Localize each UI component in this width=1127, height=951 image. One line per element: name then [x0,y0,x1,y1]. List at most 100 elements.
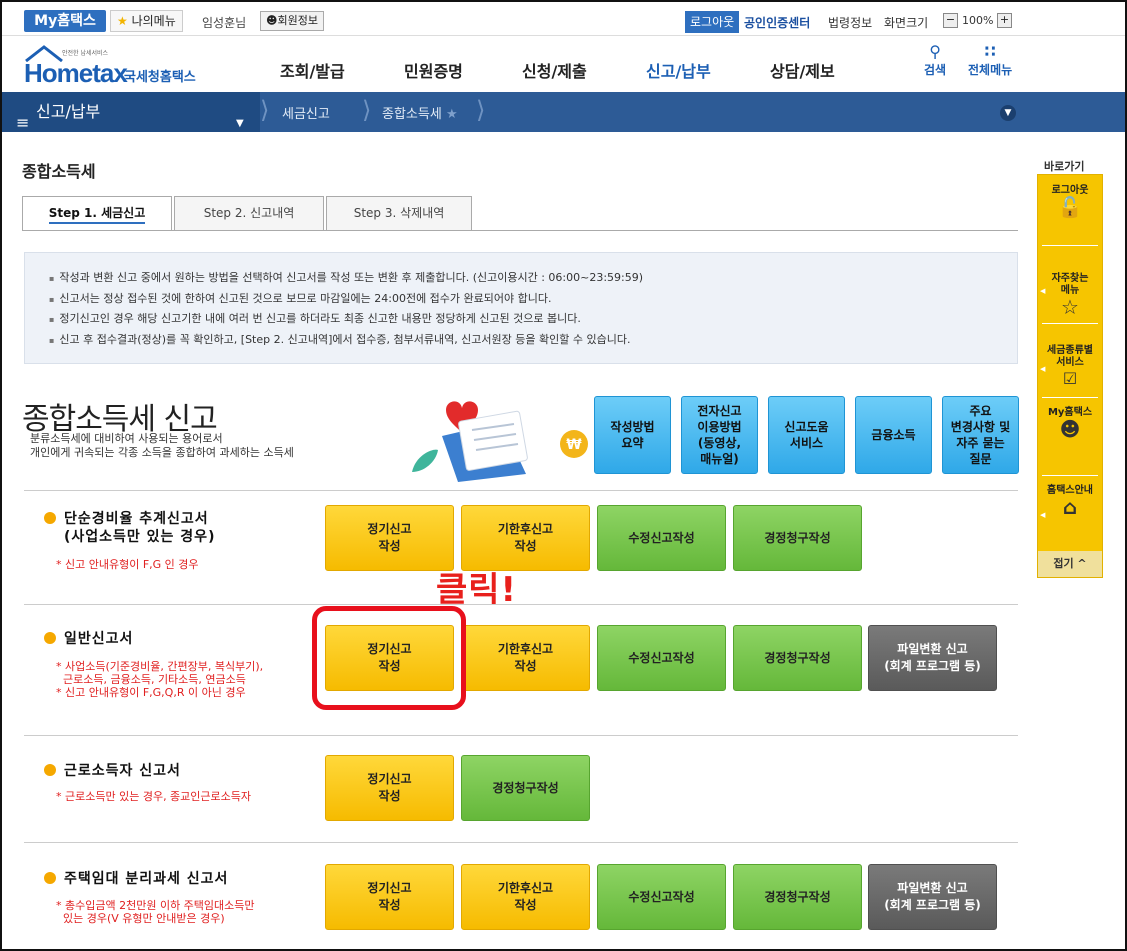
member-info-button[interactable]: ☻회원정보 [260,11,324,31]
file-conversion-button[interactable]: 파일변환 신고 (회계 프로그램 등) [868,864,997,930]
logo-tagline: 안전한 납세서비스 [62,50,109,57]
writing-guide-button[interactable]: 작성방법 요약 [594,396,671,474]
regular-filing-button[interactable]: 정기신고 작성 [325,505,454,571]
nav-filing-payment[interactable]: 신고/납부 [646,58,711,95]
side-favorites-button[interactable]: 자주찾는 메뉴 ☆ [1038,261,1102,325]
form-subtitle: (사업소득만 있는 경우) [64,529,216,545]
search-icon: ⚲ [929,42,941,61]
chevron-right-icon: ⟩ [362,96,372,124]
side-logout-button[interactable]: 로그아웃 🔓 [1038,185,1102,219]
chevron-down-icon[interactable]: ▼ [1000,105,1016,121]
row-divider [24,842,1018,843]
location-menu-dropdown[interactable]: ≡ 신고/납부 ▼ [2,92,260,132]
bullet-icon [44,512,56,524]
amended-filing-button[interactable]: 수정신고작성 [597,505,726,571]
form-title-general: 일반신고서 [44,630,133,648]
amended-filing-button[interactable]: 수정신고작성 [597,864,726,930]
my-menu-label: 나의메뉴 [131,14,176,28]
zoom-in-button[interactable]: + [997,13,1012,28]
tab-step3-deleted-history[interactable]: Step 3. 삭제내역 [326,196,472,231]
main-header: 안전한 납세서비스 Hometax 국세청홈택스 조회/발급 민원증명 신청/제… [2,36,1125,95]
row-divider [24,735,1018,736]
cert-center-link[interactable]: 공인인증센터 [744,14,810,31]
row-divider [24,604,1018,605]
form-title-text: 주택임대 분리과세 신고서 [64,871,229,887]
nav-consult-report[interactable]: 상담/제보 [770,58,835,82]
house-guide-icon: ⌂ [1062,495,1078,519]
unlock-icon: 🔓 [1057,195,1083,219]
amended-filing-button[interactable]: 수정신고작성 [597,625,726,691]
location-menu-label: 신고/납부 [36,102,101,121]
side-divider [1042,397,1098,398]
correction-claim-button[interactable]: 경정청구작성 [733,625,862,691]
nav-certificate[interactable]: 민원증명 [404,58,463,82]
breadcrumb-tax-filing[interactable]: 세금신고 [282,103,330,122]
tab-divider [22,230,1018,231]
favorite-star-icon[interactable]: ★ [446,107,458,122]
form-note: * 사업소득(기준경비율, 간편장부, 복식부기), 근로소득, 금융소득, 기… [56,660,264,699]
page-title: 종합소득세 [22,162,96,181]
search-button[interactable]: ⚲ 검색 [924,42,946,78]
caret-down-icon: ▼ [236,118,244,129]
form-title-text: 단순경비율 추계신고서 [64,511,209,527]
side-tax-service-button[interactable]: 세금종류별 서비스 ☑ [1038,333,1102,397]
bullet-icon [44,632,56,644]
notice-item: 작성과 변환 신고 중에서 원하는 방법을 선택하여 신고서를 작성 또는 변환… [49,268,993,289]
tab-step2-filing-history[interactable]: Step 2. 신고내역 [174,196,324,231]
notice-item: 신고 후 접수결과(정상)를 꼭 확인하고, [Step 2. 신고내역]에서 … [49,330,993,351]
hamburger-icon: ≡ [16,113,30,132]
breadcrumb-income-tax[interactable]: 종합소득세 ★ [382,103,458,122]
envelope-illustration: ₩ [412,401,588,482]
correction-claim-button[interactable]: 경정청구작성 [461,755,590,821]
regular-filing-button[interactable]: 정기신고 작성 [325,755,454,821]
regular-filing-button[interactable]: 정기신고 작성 [325,864,454,930]
form-title-text: 일반신고서 [64,631,134,647]
logo-subtitle: 국세청홈택스 [124,70,196,85]
late-filing-button[interactable]: 기한후신고 작성 [461,625,590,691]
banner-description: 분류소득세에 대비하여 사용되는 용어로서 개인에게 귀속되는 각종 소득을 종… [30,432,294,460]
side-my-hometax-button[interactable]: My홈택스 ☻ [1038,407,1102,439]
form-title-simple-expense: 단순경비율 추계신고서 (사업소득만 있는 경우) [44,510,215,546]
logout-button[interactable]: 로그아웃 [685,11,740,33]
form-title-wage-earner: 근로소득자 신고서 [44,762,181,780]
filing-notice-box: 작성과 변환 신고 중에서 원하는 방법을 선택하여 신고서를 작성 또는 변환… [24,252,1018,364]
screen-size-label: 화면크기 [884,16,929,30]
banner-desc-line: 분류소득세에 대비하여 사용되는 용어로서 [30,432,223,445]
star-icon: ★ [117,14,128,28]
form-note: * 근로소득만 있는 경우, 종교인근로소득자 [56,790,252,803]
zoom-out-button[interactable]: − [943,13,958,28]
quick-menu-panel: 로그아웃 🔓 ◀ 자주찾는 메뉴 ☆ ◀ 세금종류별 서비스 ☑ My홈택스 ☻… [1037,174,1103,578]
financial-income-button[interactable]: 금융소득 [855,396,932,474]
my-menu-button[interactable]: ★ 나의메뉴 [110,10,183,32]
law-info-link[interactable]: 법령정보 [828,14,872,31]
tab-step1-tax-filing[interactable]: Step 1. 세금신고 [22,196,172,231]
checkbox-icon: ☑ [1062,369,1078,388]
file-conversion-button[interactable]: 파일변환 신고 (회계 프로그램 등) [868,625,997,691]
form-title-housing-rental: 주택임대 분리과세 신고서 [44,870,228,888]
faq-changes-button[interactable]: 주요 변경사항 및 자주 묻는 질문 [942,396,1019,474]
tab-step1-label: Step 1. 세금신고 [48,206,146,224]
nav-inquiry[interactable]: 조회/발급 [280,58,345,82]
nav-application[interactable]: 신청/제출 [522,58,587,82]
my-hometax-button[interactable]: My홈택스 [24,10,106,32]
zoom-level: 100% [962,14,994,27]
breadcrumb-current-label: 종합소득세 [382,107,442,122]
correction-claim-button[interactable]: 경정청구작성 [733,864,862,930]
all-menu-button[interactable]: ∷ 전체메뉴 [968,42,1012,78]
row-divider [24,490,1018,491]
chevron-right-icon: ⟩ [476,96,486,124]
form-title-text: 근로소득자 신고서 [64,763,181,779]
side-guide-button[interactable]: 홈택스안내 ⌂ [1038,485,1102,519]
bullet-icon [44,764,56,776]
side-item-label: 자주찾는 메뉴 [1051,273,1089,296]
e-filing-guide-button[interactable]: 전자신고 이용방법 (동영상, 매뉴얼) [681,396,758,474]
side-divider [1042,245,1098,246]
notice-item: 정기신고인 경우 해당 신고기한 내에 여러 번 신고를 하더라도 최종 신고한… [49,309,993,330]
all-menu-label: 전체메뉴 [968,63,1013,77]
grid-icon: ∷ [984,42,996,61]
late-filing-button[interactable]: 기한후신고 작성 [461,864,590,930]
correction-claim-button[interactable]: 경정청구작성 [733,505,862,571]
filing-help-service-button[interactable]: 신고도움 서비스 [768,396,845,474]
side-collapse-button[interactable]: 접기 ^ [1038,551,1102,577]
star-icon: ☆ [1061,295,1079,319]
